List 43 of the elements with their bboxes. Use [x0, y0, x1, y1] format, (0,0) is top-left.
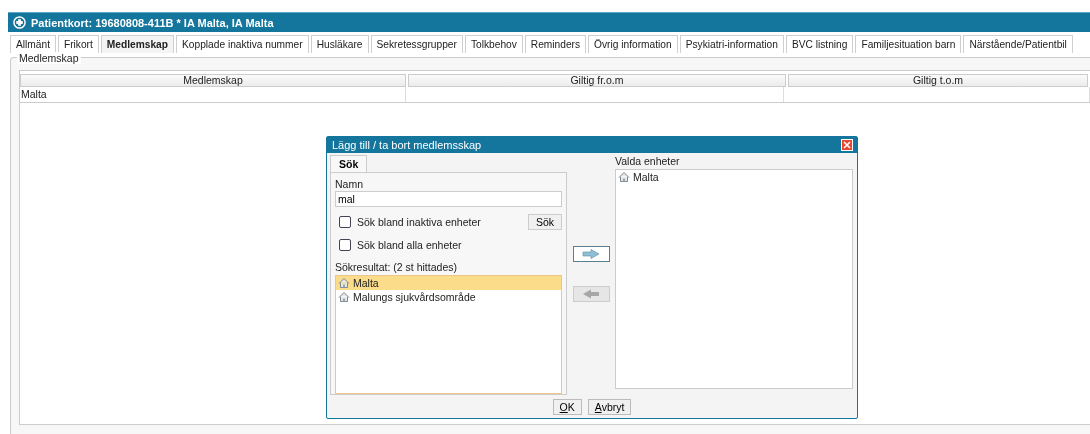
house-icon — [338, 277, 350, 290]
arrow-left-icon — [582, 289, 600, 300]
window-title: Patientkort: 19680808-411B * IA Malta, IA Malta — [31, 16, 274, 29]
tab[interactable]: Allmänt — [10, 35, 56, 53]
close-icon[interactable] — [841, 139, 853, 152]
ok-button[interactable]: OK — [552, 398, 582, 415]
name-field[interactable]: mal — [335, 191, 562, 208]
list-item[interactable]: Malungs sjukvårdsområde — [336, 290, 561, 305]
tab[interactable]: Frikort — [58, 35, 99, 53]
results-label: Sökresultat: (2 st hittades) — [335, 261, 458, 274]
arrow-right-icon — [582, 249, 600, 260]
tab[interactable]: Psykiatri-information — [679, 35, 784, 53]
checkbox-label: Sök bland alla enheter — [357, 238, 462, 251]
list-label: Valda enheter — [615, 155, 681, 168]
group-title: Medlemskap — [17, 52, 81, 64]
tab[interactable]: Tolkbehov — [464, 35, 523, 53]
cancel-button[interactable]: Avbryt — [587, 398, 632, 415]
cross-icon — [13, 16, 26, 29]
checkbox[interactable] — [339, 215, 351, 228]
column-header[interactable]: Giltig fr.o.m — [408, 74, 786, 87]
tab[interactable]: Reminders — [524, 35, 587, 53]
search-button[interactable]: Sök — [527, 213, 562, 230]
tab[interactable]: Husläkare — [310, 35, 369, 53]
tab[interactable]: Familjesituation barn — [855, 35, 962, 53]
tab[interactable]: Kopplade inaktiva nummer — [176, 35, 309, 53]
list-item[interactable]: Malta — [336, 276, 561, 291]
list-item[interactable]: Malta — [616, 170, 852, 185]
add-button[interactable] — [572, 246, 610, 263]
tab[interactable]: Närstående/Patientbil — [963, 35, 1073, 53]
checkbox-label: Sök bland inaktiva enheter — [357, 215, 481, 228]
tab[interactable]: Övrig information — [588, 35, 678, 53]
column-header[interactable]: Giltig t.o.m — [788, 74, 1088, 87]
dialog-title: Lägg till / ta bort medlemsskap — [332, 139, 482, 152]
house-icon — [618, 171, 630, 184]
house-icon — [338, 291, 350, 304]
tab[interactable]: Medlemskap — [100, 35, 174, 53]
checkbox[interactable] — [339, 238, 351, 251]
tab[interactable]: BVC listning — [785, 35, 854, 53]
table-cell: Malta — [21, 88, 47, 100]
field-label: Namn — [335, 178, 364, 191]
tab[interactable]: Sekretessgrupper — [370, 35, 463, 53]
column-header[interactable]: Medlemskap — [20, 74, 406, 87]
tab[interactable]: Sök — [330, 155, 368, 173]
